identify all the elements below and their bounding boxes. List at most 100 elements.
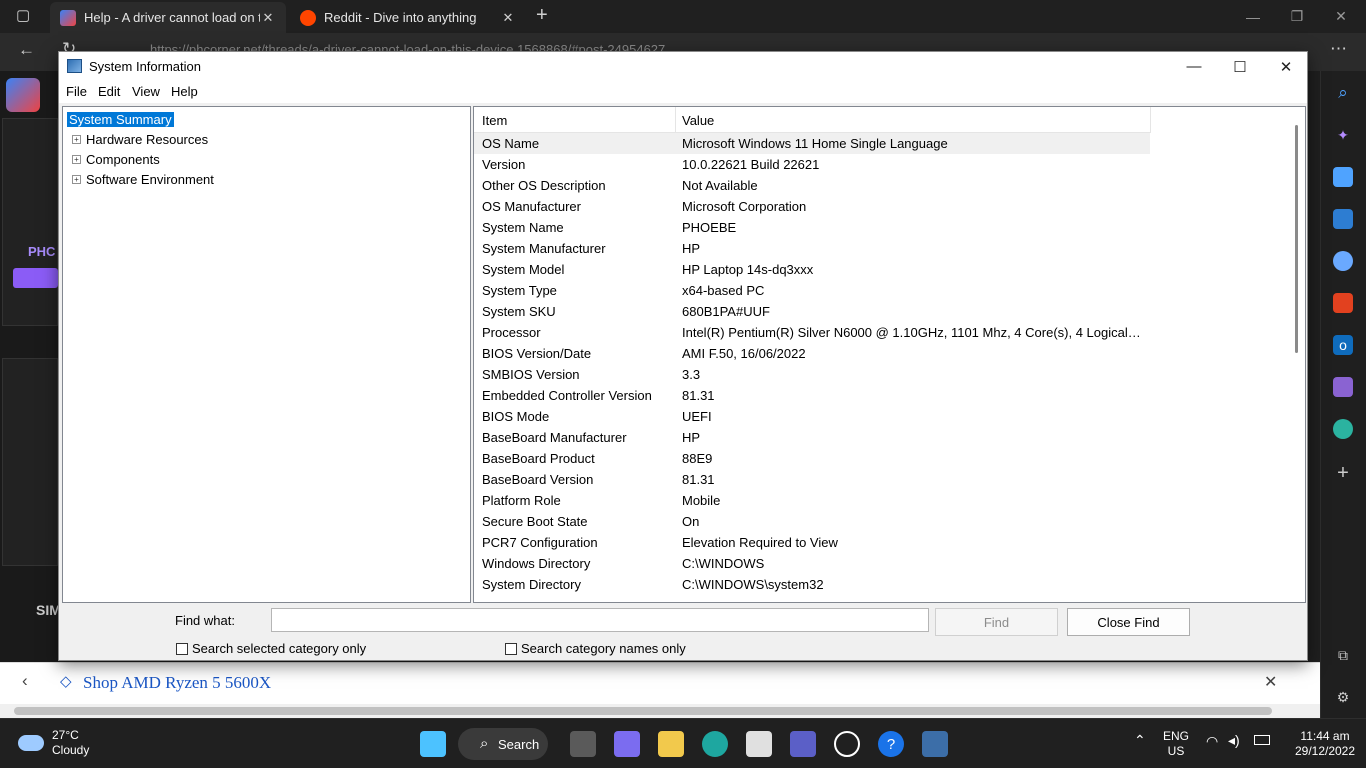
maximize-button[interactable]: ☐ xyxy=(1217,52,1263,81)
table-row[interactable]: OS Name Microsoft Windows 11 Home Single … xyxy=(474,133,1150,154)
table-row[interactable]: System Manufacturer HP xyxy=(474,238,1150,259)
tree-item-system-summary[interactable]: System Summary xyxy=(67,110,174,128)
column-header-item[interactable]: Item xyxy=(482,113,507,128)
volume-icon[interactable]: ◂) xyxy=(1228,733,1240,748)
add-icon[interactable]: + xyxy=(1333,462,1353,484)
column-divider[interactable] xyxy=(1150,107,1151,133)
table-row[interactable]: System Model HP Laptop 14s-dq3xxx xyxy=(474,259,1150,280)
start-icon[interactable] xyxy=(420,731,446,757)
tree-item-software-environment[interactable]: + Software Environment xyxy=(72,170,214,188)
teams-chat-icon[interactable] xyxy=(614,731,640,757)
store-icon[interactable] xyxy=(746,731,772,757)
details-list[interactable]: Item Value OS Name Microsoft Windows 11 H… xyxy=(473,106,1306,603)
expand-icon[interactable]: + xyxy=(72,154,81,164)
side-purple-button[interactable] xyxy=(13,268,58,288)
edge-icon[interactable] xyxy=(702,731,728,757)
show-hidden-icons[interactable]: ⌃ xyxy=(1134,733,1146,748)
minimize-button[interactable]: — xyxy=(1171,52,1217,81)
sidebar-layout-icon[interactable]: ⧉ xyxy=(1333,645,1353,665)
taskbar-search[interactable]: ⌕ Search xyxy=(458,728,548,760)
ad-link[interactable]: Shop AMD Ryzen 5 5600X xyxy=(83,673,271,693)
tab-actions-icon[interactable]: ▢ xyxy=(16,6,30,24)
new-tab-button[interactable]: + xyxy=(536,4,548,27)
menu-help[interactable]: Help xyxy=(171,84,198,99)
table-row[interactable]: System Name PHOEBE xyxy=(474,217,1150,238)
table-row[interactable]: BaseBoard Manufacturer HP xyxy=(474,427,1150,448)
checkbox-box[interactable] xyxy=(505,642,517,655)
close-button[interactable]: ✕ xyxy=(1263,52,1309,81)
page-horizontal-scrollbar[interactable] xyxy=(0,704,1320,718)
outlook-icon[interactable]: o xyxy=(1333,335,1353,355)
table-row[interactable]: BaseBoard Product 88E9 xyxy=(474,448,1150,469)
search-icon[interactable]: ⌕ xyxy=(1333,83,1353,103)
drop-icon[interactable] xyxy=(1333,377,1353,397)
tree-item-hardware-resources[interactable]: + Hardware Resources xyxy=(72,130,208,148)
find-button[interactable]: Find xyxy=(935,608,1058,636)
close-find-button[interactable]: Close Find xyxy=(1067,608,1190,636)
expand-icon[interactable]: + xyxy=(72,174,81,184)
tree-item-components[interactable]: + Components xyxy=(72,150,160,168)
task-view-icon[interactable] xyxy=(570,731,596,757)
system-information-taskbar-icon[interactable] xyxy=(922,731,948,757)
file-explorer-icon[interactable] xyxy=(658,731,684,757)
site-logo[interactable] xyxy=(6,78,40,112)
back-icon[interactable]: ← xyxy=(18,40,35,60)
table-row[interactable]: BIOS Mode UEFI xyxy=(474,406,1150,427)
games-icon[interactable] xyxy=(1333,251,1353,271)
settings-icon[interactable]: ⚙ xyxy=(1333,687,1353,707)
table-row[interactable]: Version 10.0.22621 Build 22621 xyxy=(474,154,1150,175)
shopping-tag-icon[interactable] xyxy=(1333,167,1353,187)
table-row[interactable]: System SKU 680B1PA#UUF xyxy=(474,301,1150,322)
close-ad-icon[interactable]: ✕ xyxy=(1264,672,1277,692)
table-row[interactable]: Platform Role Mobile xyxy=(474,490,1150,511)
table-row[interactable]: Other OS Description Not Available xyxy=(474,175,1150,196)
expand-icon[interactable]: + xyxy=(72,134,81,144)
column-header-value[interactable]: Value xyxy=(682,113,714,128)
table-row[interactable]: OS Manufacturer Microsoft Corporation xyxy=(474,196,1150,217)
wifi-icon[interactable]: ◠ xyxy=(1206,734,1218,749)
search-selected-category-checkbox[interactable]: Search selected category only xyxy=(176,641,366,656)
chevron-left-icon[interactable]: ‹ xyxy=(22,671,28,691)
close-tab-icon[interactable]: ✕ xyxy=(260,10,276,26)
column-divider[interactable] xyxy=(675,107,676,133)
table-row[interactable]: Windows Directory C:\WINDOWS xyxy=(474,553,1150,574)
scrollbar-thumb[interactable] xyxy=(14,707,1272,715)
office-icon[interactable] xyxy=(1333,293,1353,313)
teams-icon[interactable] xyxy=(790,731,816,757)
table-row[interactable]: System Directory C:\WINDOWS\system32 xyxy=(474,574,1150,595)
table-row[interactable]: BaseBoard Version 81.31 xyxy=(474,469,1150,490)
scrollbar-thumb[interactable] xyxy=(1295,125,1298,353)
clock[interactable]: 11:44 am 29/12/2022 xyxy=(1292,729,1358,759)
find-input[interactable] xyxy=(271,608,929,632)
battery-icon[interactable] xyxy=(1254,735,1270,745)
help-icon[interactable]: ? xyxy=(878,731,904,757)
category-tree[interactable]: System Summary + Hardware Resources + Co… xyxy=(62,106,471,603)
weather-widget[interactable]: 27°C Cloudy xyxy=(18,728,89,758)
menu-file[interactable]: File xyxy=(66,84,87,99)
tab-help[interactable]: Help - A driver cannot load on th ✕ xyxy=(50,2,286,33)
app-icon[interactable] xyxy=(834,731,860,757)
browser-minimize-button[interactable]: — xyxy=(1230,0,1276,33)
table-row[interactable]: System Type x64-based PC xyxy=(474,280,1150,301)
menu-view[interactable]: View xyxy=(132,84,160,99)
tab-reddit[interactable]: Reddit - Dive into anything ✕ xyxy=(290,2,526,33)
table-row[interactable]: Processor Intel(R) Pentium(R) Silver N600… xyxy=(474,322,1150,343)
list-vertical-scrollbar[interactable] xyxy=(1288,107,1305,602)
copilot-icon[interactable]: ✦ xyxy=(1333,125,1353,145)
menu-edit[interactable]: Edit xyxy=(98,84,120,99)
designer-icon[interactable] xyxy=(1333,419,1353,439)
tools-icon[interactable] xyxy=(1333,209,1353,229)
more-menu-icon[interactable]: ⋯ xyxy=(1330,39,1347,59)
table-row[interactable]: BIOS Version/Date AMI F.50, 16/06/2022 xyxy=(474,343,1150,364)
checkbox-box[interactable] xyxy=(176,642,188,655)
table-row[interactable]: PCR7 Configuration Elevation Required to … xyxy=(474,532,1150,553)
table-row[interactable]: SMBIOS Version 3.3 xyxy=(474,364,1150,385)
browser-restore-button[interactable]: ❐ xyxy=(1274,0,1320,33)
search-category-names-checkbox[interactable]: Search category names only xyxy=(505,641,686,656)
close-tab-icon[interactable]: ✕ xyxy=(500,10,516,26)
window-titlebar[interactable]: System Information — ☐ ✕ xyxy=(59,52,1307,81)
table-row[interactable]: Secure Boot State On xyxy=(474,511,1150,532)
table-row[interactable]: Embedded Controller Version 81.31 xyxy=(474,385,1150,406)
input-language[interactable]: ENG US xyxy=(1160,729,1192,759)
browser-close-button[interactable]: ✕ xyxy=(1318,0,1364,33)
